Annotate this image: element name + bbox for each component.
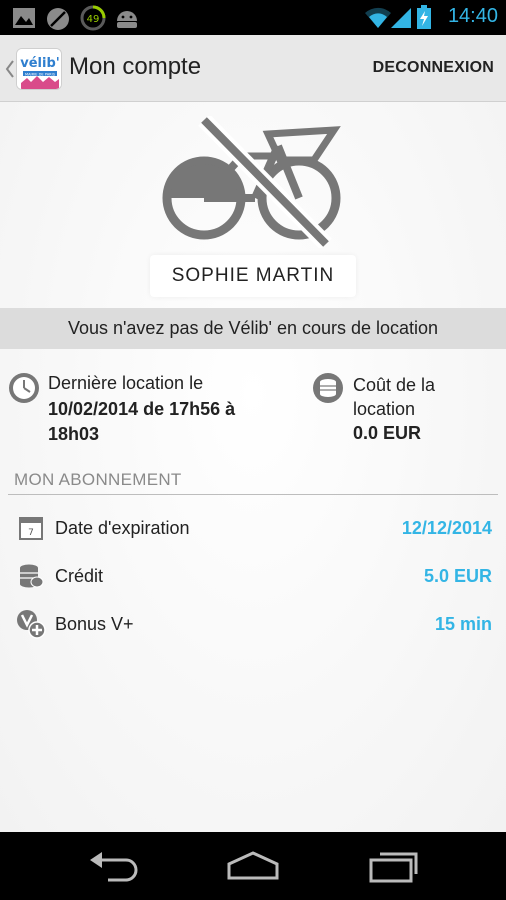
recent-apps-icon[interactable] [366,850,422,884]
rental-cost-label: Coût de la location [353,375,436,419]
svg-text:7: 7 [28,528,34,538]
svg-text:vélib': vélib' [20,56,60,71]
battery-charging-icon [417,5,431,29]
battery-49-icon: 49 [80,5,106,31]
expiration-label: Date d'expiration [55,518,190,538]
credit-label: Crédit [55,566,104,586]
expiration-value: 12/12/2014 [401,518,492,538]
last-rental-value: 10/02/2014 de 17h56 à 18h03 [48,399,236,444]
clock-time: 14:40 [447,5,498,27]
app-logo[interactable]: vélib' MAIRIE DE PARIS [16,48,62,90]
bonus-value: 15 min [434,614,492,634]
bonus-row: Bonus V+ 15 min [0,603,506,643]
clock-icon [9,373,39,403]
wifi-icon [365,7,391,28]
bonus-label: Bonus V+ [55,614,134,634]
action-bar: vélib' MAIRIE DE PARIS Mon compte DECONN… [0,35,506,102]
v-plus-icon [17,610,46,639]
no-bike-icon [162,116,341,248]
account-content: SOPHIE MARTIN Vous n'avez pas de Vélib' … [0,102,506,832]
rental-cost-value: 0.0 EUR [353,423,422,443]
logout-button[interactable]: DECONNEXION [373,59,494,77]
user-name: SOPHIE MARTIN [150,255,356,297]
svg-text:MAIRIE DE PARIS: MAIRIE DE PARIS [25,72,56,76]
coin-stack-icon [20,564,44,588]
svg-text:49: 49 [87,14,100,25]
coins-icon [313,373,343,403]
velib-logo-icon: vélib' MAIRIE DE PARIS [17,49,61,89]
navigation-bar [0,832,506,900]
section-divider [8,494,498,495]
back-icon[interactable] [86,850,142,884]
last-rental-label: Dernière location le [48,373,204,393]
signal-icon [391,8,411,28]
credit-row: Crédit 5.0 EUR [0,555,506,595]
android-icon [117,11,137,28]
calendar-icon: 7 [19,517,43,540]
rental-status-banner: Vous n'avez pas de Vélib' en cours de lo… [0,308,506,349]
subscription-header: MON ABONNEMENT [14,470,182,489]
blocked-icon [47,8,69,30]
page-title: Mon compte [69,53,202,80]
home-icon[interactable] [225,850,281,884]
status-bar: 49 14:40 [0,0,506,35]
image-icon [13,8,35,28]
credit-value: 5.0 EUR [423,566,492,586]
expiration-row: 7 Date d'expiration 12/12/2014 [0,507,506,547]
